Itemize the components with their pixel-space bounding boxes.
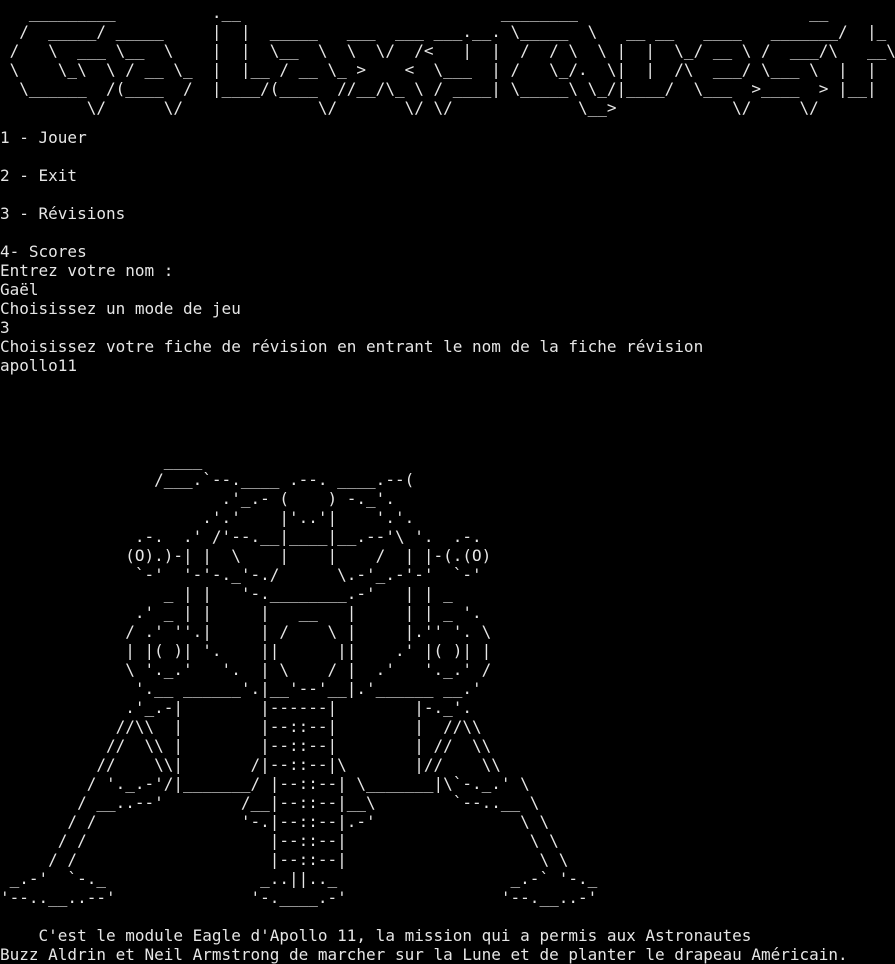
menu-item-scores: 4- Scores (0, 242, 87, 261)
lunar-module-ascii-art: ____ /___.`--.____ .--. ____.--( .'_.- (… (0, 451, 598, 907)
prompt-fiche: Choisissez votre fiche de révision en en… (0, 337, 704, 356)
prompt-mode: Choisissez un mode de jeu (0, 299, 241, 318)
menu-item-revisions: 3 - Révisions (0, 204, 126, 223)
caption-line-2: Buzz Aldrin et Neil Armstrong de marcher… (0, 945, 848, 964)
caption: C'est le module Eagle d'Apollo 11, la mi… (0, 926, 848, 964)
terminal-window[interactable]: _________ .__ ________ __ / _____/ _____… (0, 0, 895, 964)
prompt-name: Entrez votre nom : (0, 261, 174, 280)
menu-item-jouer: 1 - Jouer (0, 128, 87, 147)
session-log: Entrez votre nom : Gaël Choisissez un mo… (0, 261, 703, 375)
menu-item-exit: 2 - Exit (0, 166, 78, 185)
galaxy-quest-ascii-banner: _________ .__ ________ __ / _____/ _____… (9, 3, 895, 117)
input-mode: 3 (0, 318, 10, 337)
main-menu: 1 - Jouer 2 - Exit 3 - Révisions 4- Scor… (0, 128, 125, 261)
caption-line-1: C'est le module Eagle d'Apollo 11, la mi… (0, 926, 752, 945)
input-fiche: apollo11 (0, 356, 78, 375)
input-name: Gaël (0, 280, 39, 299)
